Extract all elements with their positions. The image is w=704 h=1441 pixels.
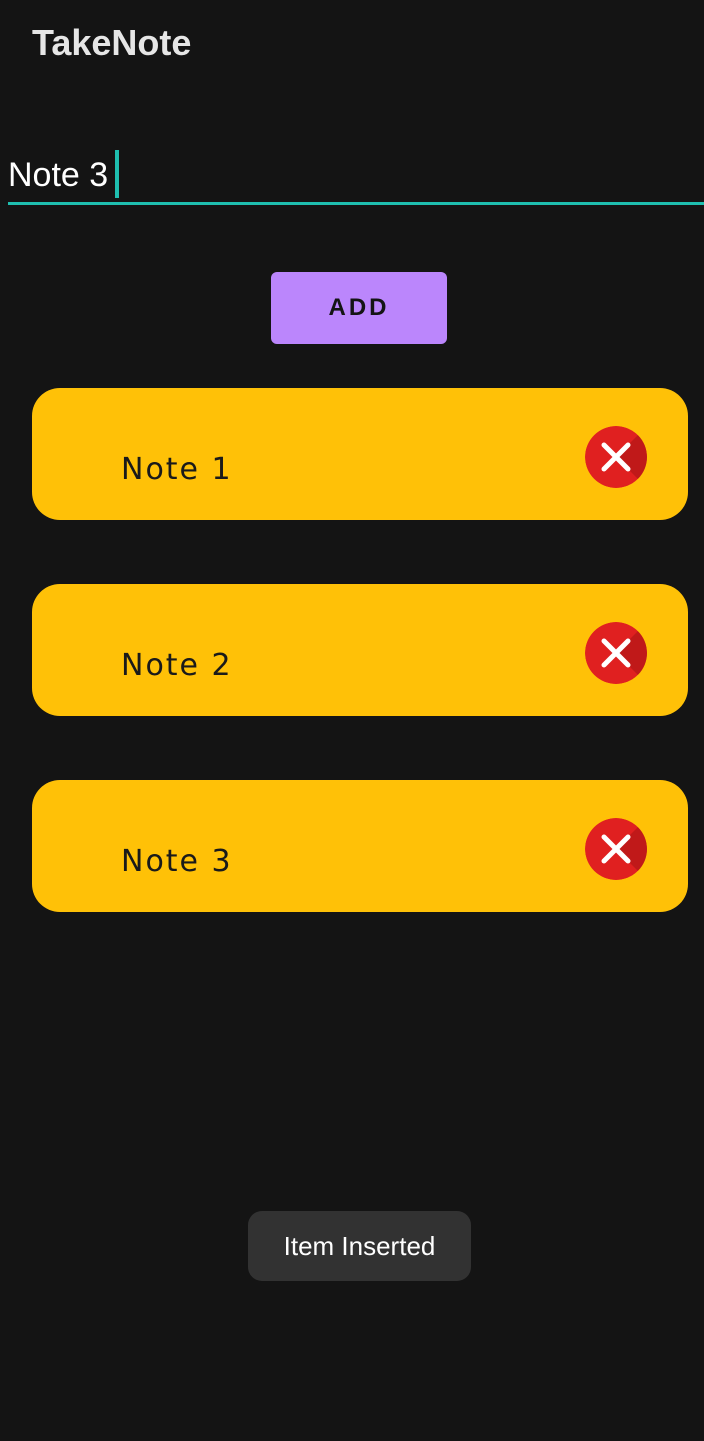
note-text: Note 1 (121, 452, 233, 487)
close-circle-icon (585, 622, 647, 684)
app-title: TakeNote (32, 22, 192, 63)
delete-button[interactable] (585, 818, 647, 880)
close-circle-icon (585, 426, 647, 488)
note-input-container[interactable] (8, 148, 704, 206)
note-text: Note 2 (121, 648, 233, 683)
app-screen: TakeNote ADD Note 1 Note 2 Not (0, 0, 704, 1441)
delete-button[interactable] (585, 622, 647, 684)
close-circle-icon (585, 818, 647, 880)
note-card[interactable]: Note 3 (32, 780, 688, 912)
note-card[interactable]: Note 1 (32, 388, 688, 520)
delete-button[interactable] (585, 426, 647, 488)
note-card[interactable]: Note 2 (32, 584, 688, 716)
note-text: Note 3 (121, 844, 233, 879)
text-cursor (115, 150, 119, 198)
add-button[interactable]: ADD (271, 272, 447, 344)
note-input[interactable] (8, 148, 704, 205)
toast-message: Item Inserted (248, 1211, 471, 1281)
